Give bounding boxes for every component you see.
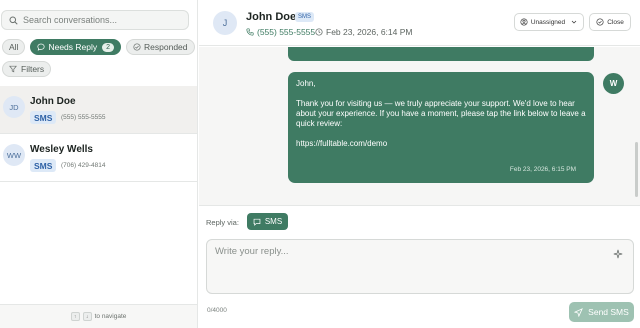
message-greeting: John, — [296, 79, 316, 88]
keyboard-nav-hint: ↑ ↓ to navigate — [0, 304, 197, 328]
filter-responded-label: Responded — [144, 42, 188, 52]
conversation-header: J John Doe SMS (555) 555-5555 Feb 23, 20… — [199, 0, 640, 46]
timestamp-text: Feb 23, 2026, 6:14 PM — [326, 27, 413, 37]
reply-textarea[interactable] — [206, 239, 634, 294]
check-circle-icon — [133, 43, 141, 51]
search-input[interactable] — [23, 15, 173, 25]
conversation-timestamp: Feb 23, 2026, 6:14 PM — [315, 27, 412, 37]
send-icon — [574, 307, 584, 317]
close-circle-icon — [596, 18, 604, 26]
conversation-list: JD John Doe SMS (555) 555-5555 WW Wesley… — [0, 86, 197, 182]
contact-phone-text: (555) 555-5555 — [257, 27, 316, 37]
filter-pills: All Needs Reply 2 Responded — [2, 39, 195, 55]
filter-needs-reply[interactable]: Needs Reply 2 — [30, 39, 122, 55]
conversation-item[interactable]: WW Wesley Wells SMS (706) 429-4814 — [0, 134, 197, 182]
reply-channel-sms-button[interactable]: SMS — [247, 213, 288, 230]
channel-badge: SMS — [30, 111, 57, 124]
search-box[interactable] — [1, 10, 189, 30]
assign-dropdown[interactable]: Unassigned — [514, 13, 584, 31]
message-link[interactable]: https://fulltable.com/demo — [296, 139, 586, 149]
contact-name: John Doe — [30, 96, 76, 107]
channel-badge: SMS — [30, 159, 57, 172]
reply-channel-label: SMS — [264, 217, 283, 226]
chevron-down-icon — [571, 20, 577, 24]
chat-bubble-icon — [37, 43, 46, 51]
previous-message-bubble — [288, 47, 594, 61]
contact-avatar: J — [213, 11, 237, 35]
search-icon — [9, 15, 18, 25]
message-thread: John, Thank you for visiting us — we tru… — [199, 47, 640, 205]
character-count: 0/4000 — [207, 307, 227, 314]
clock-icon — [315, 28, 323, 36]
nav-hint-label: to navigate — [94, 313, 127, 320]
reply-composer: Reply via: SMS 0/4000 Send SMS — [199, 205, 640, 328]
filters-button-label: Filters — [21, 64, 45, 74]
conversation-sidebar: All Needs Reply 2 Responded Filters JD J… — [0, 0, 198, 328]
conversation-item[interactable]: JD John Doe SMS (555) 555-5555 — [0, 86, 197, 134]
contact-phone: (706) 429-4814 — [61, 162, 106, 169]
user-circle-icon — [520, 18, 528, 26]
filters-button[interactable]: Filters — [2, 61, 52, 77]
arrow-up-key-icon: ↑ — [70, 312, 80, 321]
channel-badge: SMS — [295, 12, 315, 22]
phone-icon — [246, 28, 254, 36]
thread-scrollbar[interactable] — [635, 142, 638, 197]
message-square-icon — [253, 218, 261, 226]
needs-reply-count-badge: 2 — [102, 42, 115, 52]
conversation-panel: J John Doe SMS (555) 555-5555 Feb 23, 20… — [199, 0, 640, 328]
send-label: Send SMS — [588, 307, 629, 317]
message-body: Thank you for visiting us — we truly app… — [296, 99, 586, 128]
outgoing-message-bubble: John, Thank you for visiting us — we tru… — [288, 72, 594, 183]
contact-name-heading: John Doe — [246, 11, 297, 23]
avatar: JD — [3, 96, 25, 118]
close-conversation-button[interactable]: Close — [589, 13, 631, 31]
assign-label: Unassigned — [530, 18, 566, 26]
filter-responded[interactable]: Responded — [126, 39, 195, 55]
close-label: Close — [607, 18, 624, 26]
funnel-icon — [9, 65, 17, 73]
filter-all[interactable]: All — [2, 39, 26, 55]
filter-needs-reply-label: Needs Reply — [48, 42, 98, 52]
send-sms-button[interactable]: Send SMS — [569, 302, 634, 322]
contact-name: Wesley Wells — [30, 144, 93, 155]
sender-avatar: W — [603, 73, 624, 94]
reply-via-label: Reply via: — [206, 218, 239, 227]
arrow-down-key-icon: ↓ — [82, 312, 92, 321]
contact-phone-link[interactable]: (555) 555-5555 — [246, 27, 315, 37]
avatar: WW — [3, 144, 25, 166]
ai-sparkle-icon[interactable] — [613, 249, 623, 259]
filter-all-label: All — [9, 42, 19, 52]
message-timestamp: Feb 23, 2026, 6:15 PM — [509, 166, 576, 173]
contact-phone: (555) 555-5555 — [61, 114, 106, 121]
